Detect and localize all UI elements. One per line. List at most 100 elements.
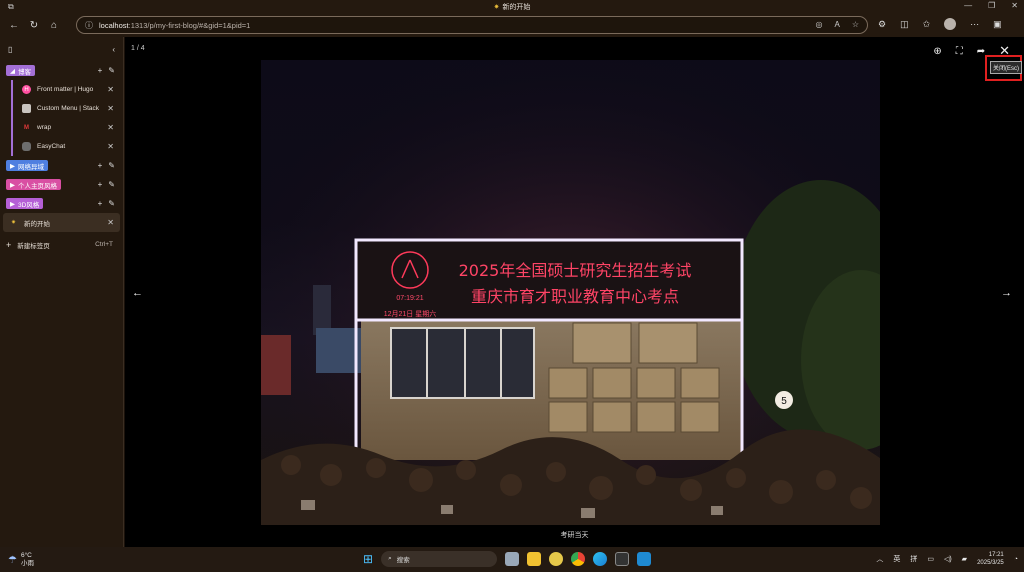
read-aloud-icon[interactable]: A <box>834 20 839 29</box>
browser-toolbar: ⚙ ◫ ✩ ⋯ ▣ <box>878 18 1002 30</box>
edge-icon[interactable] <box>593 552 608 566</box>
chevron-right-icon: ▶ <box>10 200 15 208</box>
tab-item[interactable]: EasyChat ✕ <box>0 137 123 156</box>
group-chip[interactable]: ◢ 博客 <box>6 65 35 76</box>
url-actions: ◎ A ☆ <box>816 20 860 29</box>
system-tray: ︿ 英 拼 ▭ ◁) ▰ 17:21 2025/3/25 ◔ <box>876 551 1018 567</box>
app-icon[interactable] <box>549 552 564 566</box>
group-actions: + ✎ <box>98 180 115 189</box>
group-actions: + ✎ <box>98 66 115 75</box>
star-icon: ✷ <box>493 3 500 11</box>
edit-icon[interactable]: ✎ <box>108 180 115 189</box>
windows-start-icon[interactable]: ⊞ <box>363 552 373 566</box>
file-explorer-icon[interactable] <box>527 552 542 566</box>
more-icon[interactable]: ⋯ <box>970 19 979 30</box>
split-screen-icon[interactable]: ◫ <box>900 19 909 30</box>
battery-icon[interactable]: ▰ <box>962 555 967 563</box>
address-bar: ← ↻ ⌂ ⓘ localhost:1313/p/my-first-blog/#… <box>0 13 1024 37</box>
chevron-right-icon: ▶ <box>10 181 15 189</box>
zoom-icon[interactable]: ⊕ <box>933 46 941 57</box>
page-icon <box>22 104 31 113</box>
chevron-up-icon[interactable]: ︿ <box>876 554 883 564</box>
hugo-icon: H <box>22 85 31 94</box>
refresh-icon[interactable]: ↻ <box>24 20 44 31</box>
favorites-icon[interactable]: ✩ <box>923 19 931 30</box>
home-icon[interactable]: ⌂ <box>44 20 64 31</box>
network-icon[interactable]: ▭ <box>927 555 934 563</box>
profile-avatar[interactable] <box>944 18 957 30</box>
group-actions: + ✎ <box>98 199 115 208</box>
close-tooltip: 关闭(Esc) <box>990 61 1022 74</box>
edit-icon[interactable]: ✎ <box>108 161 115 170</box>
restore-icon[interactable]: ❐ <box>988 1 995 10</box>
search-icon: ⌕ <box>388 555 392 562</box>
chat-icon <box>22 142 31 151</box>
sign-time: 07:19:21 <box>396 295 423 302</box>
exam-site-photo: 07:19:21 12月21日 星期六 2025年全国硕士研究生招生考试 重庆市… <box>261 60 880 525</box>
volume-icon[interactable]: ◁) <box>944 555 952 563</box>
taskbar: ☂ 6°C 小雨 ⊞ ⌕ 搜索 ︿ 英 拼 ▭ ◁) ▰ 17:21 2025/… <box>0 547 1024 572</box>
new-tab-button[interactable]: + 新建标签页 Ctrl+T <box>0 235 123 254</box>
terminal-icon[interactable] <box>615 552 630 566</box>
star-icon: ✷ <box>10 220 17 226</box>
sidebar-header: ▯ ‹ <box>0 37 123 61</box>
add-icon[interactable]: + <box>98 161 103 170</box>
group-chip[interactable]: ▶ 3D风格 <box>6 198 44 209</box>
active-tab[interactable]: ✷ 新的开始 ✕ <box>3 213 120 232</box>
tab-item[interactable]: Custom Menu | Stack ✕ <box>0 99 123 118</box>
weather-widget[interactable]: ☂ 6°C 小雨 <box>8 552 34 568</box>
sign-date: 12月21日 星期六 <box>384 309 437 318</box>
prev-arrow-icon[interactable]: ← <box>132 287 143 299</box>
tab-actions-icon[interactable]: ▯ <box>8 45 12 54</box>
info-icon[interactable]: ⓘ <box>85 20 93 31</box>
close-tab-icon[interactable]: ✕ <box>107 218 114 227</box>
group-chip[interactable]: ▶ 个人主页风格 <box>6 179 61 190</box>
next-arrow-icon[interactable]: → <box>1001 287 1012 299</box>
add-icon[interactable]: + <box>98 199 103 208</box>
image-lightbox: 1 / 4 ⊕ ⛶ ➦ ✕ 关闭(Esc) ← → 07:19:21 12月21… <box>125 37 1024 547</box>
notifications-icon[interactable]: ◔ <box>1014 556 1018 563</box>
group-chip[interactable]: ▶ 网络异域 <box>6 160 48 171</box>
close-tab-icon[interactable]: ✕ <box>107 85 114 94</box>
photo: 07:19:21 12月21日 星期六 2025年全国硕士研究生招生考试 重庆市… <box>261 60 880 525</box>
vertical-tabs-sidebar: ▯ ‹ ◢ 博客 + ✎ H Front matter | Hugo ✕ Cus… <box>0 37 124 547</box>
back-icon[interactable]: ← <box>4 20 24 31</box>
tab-item[interactable]: H Front matter | Hugo ✕ <box>0 80 123 99</box>
extensions-icon[interactable]: ⚙ <box>878 19 886 30</box>
close-tab-icon[interactable]: ✕ <box>107 142 114 151</box>
tab-item[interactable]: M wrap ✕ <box>0 118 123 137</box>
close-tab-icon[interactable]: ✕ <box>107 123 114 132</box>
gmail-icon: M <box>24 124 29 131</box>
tab-group-network[interactable]: ▶ 网络异域 + ✎ <box>0 156 123 175</box>
fullscreen-icon[interactable]: ⛶ <box>956 46 963 57</box>
share-icon[interactable]: ➦ <box>977 46 985 57</box>
plus-icon: + <box>6 239 12 250</box>
title-bar: ⧉ ✷ 新的开始 — ❐ ✕ <box>0 0 1024 13</box>
add-icon[interactable]: + <box>98 66 103 75</box>
sidebar-toggle-icon[interactable]: ▣ <box>993 19 1002 30</box>
edit-icon[interactable]: ✎ <box>108 199 115 208</box>
collapse-icon[interactable]: ‹ <box>112 45 115 54</box>
task-view-icon[interactable] <box>505 552 520 566</box>
vscode-icon[interactable] <box>637 552 652 566</box>
sign-line-1: 2025年全国硕士研究生招生考试 <box>459 261 692 280</box>
pole-number: 5 <box>781 396 787 407</box>
url-field[interactable]: ⓘ localhost:1313/p/my-first-blog/#&gid=1… <box>76 16 868 34</box>
add-icon[interactable]: + <box>98 180 103 189</box>
translate-icon[interactable]: ◎ <box>816 20 823 29</box>
clock[interactable]: 17:21 2025/3/25 <box>977 551 1004 567</box>
tab-group-homepage[interactable]: ▶ 个人主页风格 + ✎ <box>0 175 123 194</box>
favorite-icon[interactable]: ☆ <box>852 20 859 29</box>
close-tab-icon[interactable]: ✕ <box>107 104 114 113</box>
minimize-icon[interactable]: — <box>964 1 972 10</box>
taskbar-apps: ⊞ ⌕ 搜索 <box>363 551 652 567</box>
tab-group-3d[interactable]: ▶ 3D风格 + ✎ <box>0 194 123 213</box>
tab-group-blog[interactable]: ◢ 博客 + ✎ <box>0 61 123 80</box>
sign-line-2: 重庆市育才职业教育中心考点 <box>471 287 679 306</box>
close-window-icon[interactable]: ✕ <box>1011 1 1018 10</box>
taskbar-search[interactable]: ⌕ 搜索 <box>381 551 498 567</box>
edit-icon[interactable]: ✎ <box>108 66 115 75</box>
chrome-icon[interactable] <box>571 552 586 566</box>
workspaces-icon[interactable]: ⧉ <box>8 2 14 12</box>
image-caption: 考研当天 <box>560 532 589 539</box>
